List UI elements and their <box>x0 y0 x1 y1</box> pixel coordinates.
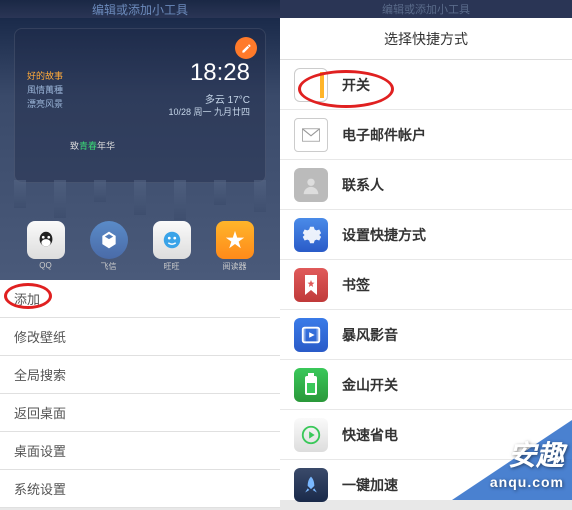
shortcut-settings[interactable]: 设置快捷方式 <box>280 210 572 260</box>
star-icon <box>216 221 254 259</box>
dock: QQ 飞信 旺旺 阅读器 <box>0 221 280 272</box>
shortcut-switch[interactable]: 开关 <box>280 60 572 110</box>
shortcut-label: 电子邮件帐户 <box>342 125 426 145</box>
dock-item-qq[interactable]: QQ <box>27 221 65 272</box>
menu-home[interactable]: 返回桌面 <box>0 394 280 432</box>
homescreen-preview: 18:28 多云 17°C 10/28 周一 九月廿四 好的故事 風情萬種 漂亮… <box>0 18 280 280</box>
shortcut-jinshan[interactable]: 金山开关 <box>280 360 572 410</box>
feixin-icon <box>90 221 128 259</box>
watermark-sub: anqu.com <box>490 474 564 490</box>
shortcut-bookmark[interactable]: 书签 <box>280 260 572 310</box>
mail-icon <box>294 118 328 152</box>
switch-icon <box>294 68 328 102</box>
menu-desktop-settings[interactable]: 桌面设置 <box>0 432 280 470</box>
dock-label: QQ <box>39 261 51 270</box>
skyline-decoration <box>0 180 280 220</box>
clock-time: 18:28 <box>190 59 250 87</box>
dock-item-feixin[interactable]: 飞信 <box>90 221 128 272</box>
battery-icon <box>294 368 328 402</box>
shortcut-label: 设置快捷方式 <box>342 225 426 245</box>
wangwang-icon <box>153 221 191 259</box>
shortcut-label: 快速省电 <box>342 425 398 445</box>
shortcut-baofeng[interactable]: 暴风影音 <box>280 310 572 360</box>
edit-widget-button[interactable] <box>235 37 257 59</box>
dock-item-wangwang[interactable]: 旺旺 <box>153 221 191 272</box>
shortcut-label: 暴风影音 <box>342 325 398 345</box>
menu-wallpaper[interactable]: 修改壁纸 <box>0 318 280 356</box>
poem-text: 致青春年华 <box>70 139 115 152</box>
power-icon <box>294 418 328 452</box>
qq-icon <box>27 221 65 259</box>
shortcut-label: 开关 <box>342 75 370 95</box>
shortcut-label: 金山开关 <box>342 375 398 395</box>
pencil-icon <box>241 43 252 54</box>
rocket-icon <box>294 468 328 502</box>
bookmark-icon <box>294 268 328 302</box>
date-text: 10/28 周一 九月廿四 <box>168 105 250 118</box>
widget-greeting: 好的故事 風情萬種 漂亮风景 <box>27 69 63 111</box>
left-screenshot: 编辑或添加小工具 18:28 多云 17°C 10/28 周一 九月廿四 好的故… <box>0 0 280 500</box>
watermark: 安趣 anqu.com <box>490 434 564 490</box>
menu-add[interactable]: 添加 <box>0 280 280 318</box>
menu-system-settings[interactable]: 系统设置 <box>0 470 280 508</box>
weather-text: 多云 17°C <box>205 91 250 106</box>
contact-icon <box>294 168 328 202</box>
shortcut-label: 书签 <box>342 275 370 295</box>
gear-icon <box>294 218 328 252</box>
watermark-main: 安趣 <box>490 434 564 474</box>
dock-label: 飞信 <box>101 261 117 272</box>
context-menu: 添加 修改壁纸 全局搜索 返回桌面 桌面设置 系统设置 <box>0 280 280 508</box>
dock-label: 阅读器 <box>223 261 247 272</box>
dock-label: 旺旺 <box>164 261 180 272</box>
left-header: 编辑或添加小工具 <box>0 0 280 18</box>
menu-search[interactable]: 全局搜索 <box>0 356 280 394</box>
shortcut-label: 联系人 <box>342 175 384 195</box>
dock-item-read[interactable]: 阅读器 <box>216 221 254 272</box>
shortcut-contacts[interactable]: 联系人 <box>280 160 572 210</box>
shortcut-label: 一键加速 <box>342 475 398 495</box>
right-header: 编辑或添加小工具 <box>280 0 572 18</box>
film-icon <box>294 318 328 352</box>
clock-widget[interactable]: 18:28 多云 17°C 10/28 周一 九月廿四 好的故事 風情萬種 漂亮… <box>14 28 266 183</box>
dialog-title: 选择快捷方式 <box>280 18 572 60</box>
shortcut-email[interactable]: 电子邮件帐户 <box>280 110 572 160</box>
